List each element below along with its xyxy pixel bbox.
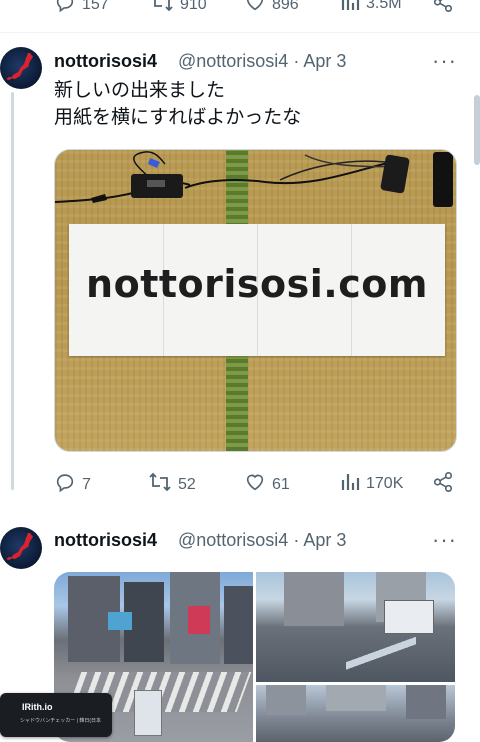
prev-view-count: 3.5M — [366, 0, 402, 12]
photo-street-2[interactable] — [256, 685, 455, 742]
tweet-date: Apr 3 — [303, 530, 347, 550]
separator: · — [293, 51, 300, 71]
avatar[interactable] — [0, 47, 42, 89]
thread-line — [11, 92, 14, 490]
prev-share-button[interactable] — [432, 0, 460, 18]
retweet-icon — [148, 471, 172, 498]
floating-overlay[interactable]: IRith.io シャドウバンチェッカー | 韓日(日本 — [0, 693, 112, 737]
overlay-title: IRith.io — [22, 702, 53, 712]
tweet-text-line: 用紙を横にすればよかったな — [54, 107, 302, 128]
display-name[interactable]: nottorisosi4 — [54, 51, 157, 72]
handle-text: @nottorisosi4 — [178, 51, 289, 71]
billboard — [188, 606, 210, 634]
prev-retweet-count: 910 — [180, 0, 207, 13]
display-name[interactable]: nottorisosi4 — [54, 530, 157, 551]
building — [326, 685, 386, 711]
prev-like-button[interactable]: 896 — [244, 0, 299, 18]
heart-icon — [244, 0, 266, 18]
handle-text: @nottorisosi4 — [178, 530, 289, 550]
building — [406, 685, 446, 719]
retweet-button[interactable]: 52 — [148, 471, 196, 498]
building — [224, 586, 253, 664]
photo-street[interactable] — [256, 572, 455, 682]
road-marking — [258, 642, 346, 672]
tweet-text: 新しいの出来ました 用紙を横にすればよかったな — [54, 77, 301, 131]
bus — [134, 690, 162, 736]
prev-like-count: 896 — [272, 0, 299, 13]
retweet-count: 52 — [178, 475, 196, 493]
prev-retweet-button[interactable]: 910 — [150, 0, 207, 18]
tweet-photo-grid[interactable] — [54, 572, 455, 742]
prev-reply-count: 157 — [82, 0, 109, 13]
tweet-text-line: 新しいの出来ました — [54, 80, 226, 101]
avatar[interactable] — [0, 527, 42, 569]
more-options-button[interactable]: ··· — [432, 527, 457, 553]
reply-icon — [54, 471, 76, 498]
view-count: 170K — [366, 474, 404, 492]
building — [266, 685, 306, 715]
banner-text: nottorisosi.com — [86, 262, 428, 306]
heart-icon — [244, 471, 266, 498]
divider — [0, 32, 480, 33]
views-button[interactable]: 170K — [340, 471, 403, 496]
share-button[interactable] — [432, 471, 460, 498]
reply-icon — [54, 0, 76, 18]
share-icon — [432, 0, 454, 18]
tweet-date: Apr 3 — [303, 51, 347, 71]
separator: · — [293, 530, 300, 550]
scrollbar[interactable] — [474, 95, 480, 165]
billboard — [108, 612, 132, 630]
overlay-subtitle: シャドウバンチェッカー | 韓日(日本 — [20, 718, 101, 724]
bus — [384, 600, 434, 634]
user-handle[interactable]: @nottorisosi4 · Apr 3 — [178, 530, 346, 551]
analytics-icon — [340, 0, 360, 16]
guardrail — [346, 632, 416, 682]
like-count: 61 — [272, 475, 290, 493]
cables-illustration — [55, 151, 453, 207]
user-handle[interactable]: @nottorisosi4 · Apr 3 — [178, 51, 346, 72]
prev-reply-button[interactable]: 157 — [54, 0, 109, 18]
paper-banner: nottorisosi.com — [69, 224, 445, 356]
like-button[interactable]: 61 — [244, 471, 290, 498]
reply-button[interactable]: 7 — [54, 471, 91, 498]
share-icon — [432, 471, 454, 498]
analytics-icon — [340, 471, 360, 496]
more-options-button[interactable]: ··· — [432, 48, 457, 74]
prev-views-button[interactable]: 3.5M — [340, 0, 402, 16]
reply-count: 7 — [82, 475, 91, 493]
retweet-icon — [150, 0, 174, 18]
tweet-photo[interactable]: nottorisosi.com — [54, 149, 457, 452]
building — [284, 572, 344, 626]
